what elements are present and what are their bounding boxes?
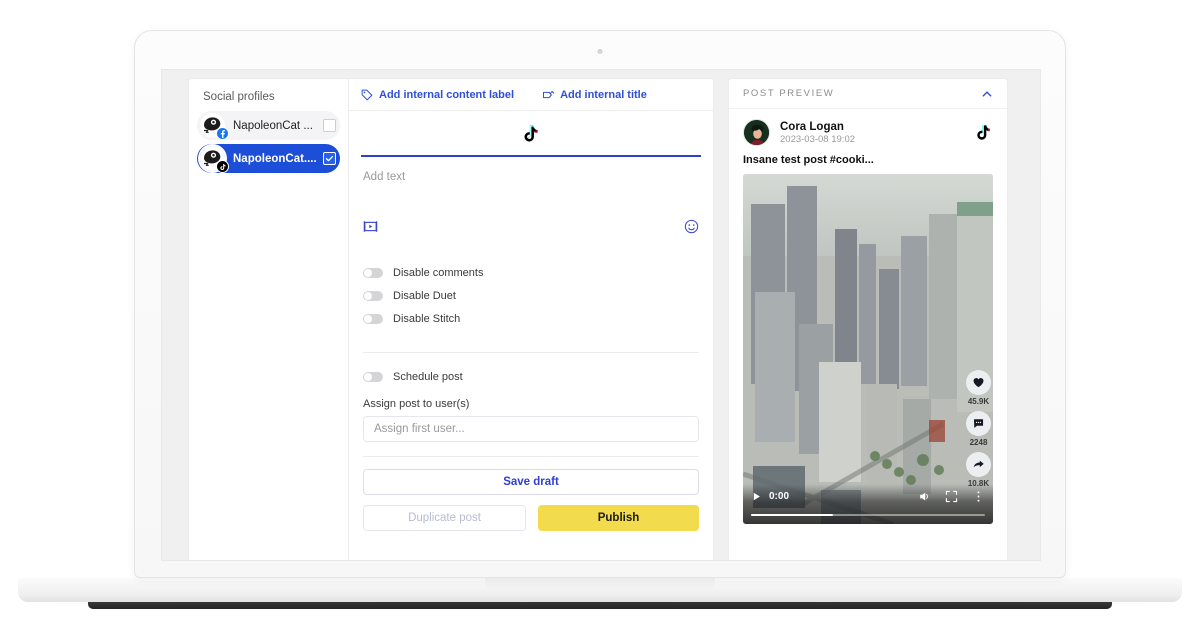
toggle-switch[interactable] — [363, 313, 383, 324]
post-caption: Insane test post #cooki... — [743, 154, 874, 166]
laptop-screen: Social profiles NapoleonCat ... Napoleon… — [161, 69, 1041, 561]
schedule-block: Schedule post Assign post to user(s) — [349, 353, 713, 442]
publish-button[interactable]: Publish — [538, 505, 699, 531]
tiktok-icon — [524, 124, 538, 142]
toggle-switch[interactable] — [363, 267, 383, 278]
option-disable-stitch[interactable]: Disable Stitch — [363, 307, 699, 330]
tiktok-icon — [977, 125, 990, 140]
laptop-mockup: Social profiles NapoleonCat ... Napoleon… — [0, 0, 1200, 642]
fullscreen-icon[interactable] — [945, 490, 958, 503]
like-count: 45.9K — [967, 397, 990, 406]
media-insert-icon[interactable] — [363, 219, 378, 234]
emoji-icon[interactable] — [684, 219, 699, 234]
option-label: Disable Duet — [393, 289, 456, 302]
option-disable-comments[interactable]: Disable comments — [363, 261, 699, 284]
video-time: 0:00 — [769, 491, 790, 502]
add-internal-content-label-button[interactable]: Add internal content label — [361, 89, 514, 101]
camera-dot-icon — [597, 49, 603, 54]
comment-count: 2248 — [969, 438, 988, 447]
laptop-lid: Social profiles NapoleonCat ... Napoleon… — [134, 30, 1066, 578]
sidebar-profile-facebook[interactable]: NapoleonCat ... — [197, 111, 340, 140]
save-draft-button[interactable]: Save draft — [363, 469, 699, 495]
social-profiles-sidebar: Social profiles NapoleonCat ... Napoleon… — [188, 78, 348, 560]
add-internal-title-button[interactable]: Add internal title — [542, 89, 647, 101]
app-window: Social profiles NapoleonCat ... Napoleon… — [162, 70, 1040, 560]
profile-name: NapoleonCat ... — [233, 119, 313, 132]
editor-action-buttons: Save draft Duplicate post Publish — [349, 457, 713, 531]
preview-title: POST PREVIEW — [743, 88, 835, 99]
comment-icon — [966, 411, 991, 436]
attachment-row — [349, 213, 713, 239]
video-progress-fill — [751, 513, 833, 516]
assign-user-input[interactable] — [363, 416, 699, 442]
comment-stat[interactable]: 2248 — [966, 411, 991, 447]
post-editor-panel: Add internal content label Add internal … — [348, 78, 714, 560]
facebook-badge-icon — [216, 127, 229, 140]
video-progress-bar[interactable] — [751, 513, 985, 516]
check-icon — [325, 155, 334, 162]
like-stat[interactable]: 45.9K — [966, 370, 991, 406]
label-upload-icon — [543, 90, 555, 98]
option-label: Schedule post — [393, 370, 463, 383]
share-stat[interactable]: 10.8K — [966, 452, 991, 488]
option-disable-duet[interactable]: Disable Duet — [363, 284, 699, 307]
tiktok-badge-icon — [216, 160, 229, 173]
author-name: Cora Logan — [780, 120, 844, 133]
top-action-label: Add internal title — [560, 88, 647, 101]
post-author-row: Cora Logan 2023-03-08 19:02 — [729, 109, 1007, 146]
preview-header: POST PREVIEW — [729, 79, 1007, 109]
editor-toolbar: Add internal content label Add internal … — [349, 79, 713, 111]
tag-icon — [361, 89, 373, 100]
top-action-label: Add internal content label — [379, 88, 515, 101]
assign-users-label: Assign post to user(s) — [363, 398, 470, 410]
profile-checkbox[interactable] — [323, 152, 336, 165]
toggle-switch[interactable] — [363, 290, 383, 301]
profile-name: NapoleonCat.... — [233, 152, 317, 165]
post-date: 2023-03-08 19:02 — [780, 133, 856, 145]
profile-checkbox[interactable] — [323, 119, 336, 132]
network-tab-bar — [349, 111, 713, 157]
sidebar-title: Social profiles — [203, 91, 275, 103]
kebab-menu-icon[interactable] — [972, 490, 985, 503]
laptop-base-notch — [485, 578, 715, 591]
option-label: Disable comments — [393, 266, 484, 279]
caption-placeholder[interactable]: Add text — [349, 157, 713, 213]
option-label: Disable Stitch — [393, 312, 461, 325]
option-schedule-post[interactable]: Schedule post — [363, 365, 699, 388]
toggle-switch[interactable] — [363, 371, 383, 382]
video-preview[interactable]: 45.9K 2248 0:00 — [743, 174, 993, 524]
video-thumbnail — [743, 174, 993, 524]
post-preview-panel: POST PREVIEW Cora Logan 2023-03-08 19:02… — [728, 78, 1008, 560]
play-icon[interactable] — [751, 491, 762, 502]
duplicate-post-button[interactable]: Duplicate post — [363, 505, 526, 531]
engagement-rail: 45.9K 2248 — [966, 370, 991, 488]
active-tab-underline — [361, 154, 701, 157]
chevron-up-icon[interactable] — [981, 88, 993, 100]
avatar — [200, 146, 229, 173]
tiktok-options-list: Disable comments Disable Duet Disable St… — [349, 239, 713, 330]
avatar — [200, 113, 229, 140]
volume-icon[interactable] — [918, 490, 931, 503]
heart-icon — [966, 370, 991, 395]
share-icon — [966, 452, 991, 477]
sidebar-profile-tiktok[interactable]: NapoleonCat.... — [197, 144, 340, 173]
avatar — [743, 119, 770, 146]
tab-tiktok[interactable] — [521, 124, 541, 144]
video-controls: 0:00 — [743, 484, 993, 524]
